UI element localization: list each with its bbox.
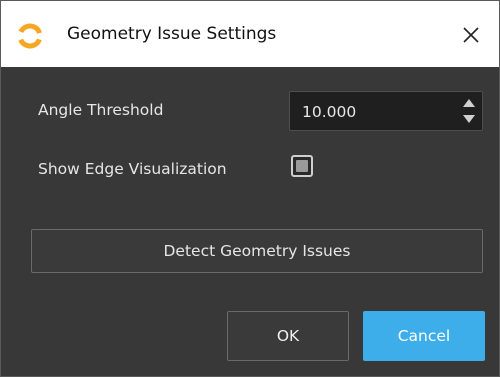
show-edge-visualization-label: Show Edge Visualization (38, 160, 227, 178)
chevron-down-icon (463, 115, 475, 123)
checkbox-indicator (296, 160, 308, 172)
app-logo-icon (17, 23, 43, 49)
chevron-up-icon (463, 99, 475, 107)
spin-arrows (462, 96, 476, 126)
close-icon (463, 27, 479, 43)
angle-threshold-label: Angle Threshold (38, 101, 164, 119)
dialog-title: Geometry Issue Settings (67, 24, 277, 44)
spin-down-button[interactable] (462, 112, 476, 126)
ok-button[interactable]: OK (227, 311, 349, 361)
detect-button-label: Detect Geometry Issues (163, 242, 351, 260)
angle-threshold-spinbox[interactable]: 10.000 (289, 91, 483, 131)
spin-up-button[interactable] (462, 96, 476, 110)
cancel-button[interactable]: Cancel (363, 311, 485, 361)
close-button[interactable] (447, 13, 495, 57)
title-bar: Geometry Issue Settings (1, 1, 499, 67)
ok-button-label: OK (276, 327, 300, 345)
detect-geometry-issues-button[interactable]: Detect Geometry Issues (31, 229, 483, 273)
show-edge-visualization-checkbox[interactable] (291, 155, 313, 177)
dialog-window: Geometry Issue Settings Angle Threshold … (0, 0, 500, 377)
cancel-button-label: Cancel (397, 327, 451, 345)
dialog-content: Angle Threshold 10.000 Show Edge Visuali… (1, 67, 499, 376)
angle-threshold-value[interactable]: 10.000 (302, 103, 356, 121)
